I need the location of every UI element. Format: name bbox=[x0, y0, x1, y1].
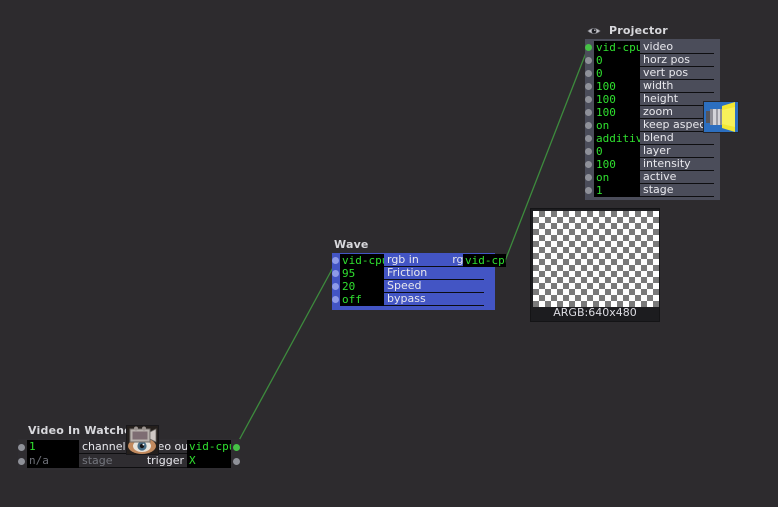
port-speed[interactable] bbox=[332, 283, 339, 290]
param-label-stage: stage bbox=[640, 184, 714, 197]
port-video[interactable] bbox=[585, 44, 592, 51]
transparency-checkerboard bbox=[533, 211, 659, 307]
node-video-in-watcher-title-text: Video In Watcher bbox=[28, 424, 138, 437]
param-value-layer[interactable]: 0 bbox=[594, 145, 640, 158]
param-value-speed[interactable]: 20 bbox=[340, 280, 384, 293]
param-row-zoom[interactable]: 100 zoom bbox=[585, 106, 720, 119]
param-value-active[interactable]: on bbox=[594, 171, 640, 184]
node-wave-title-text: Wave bbox=[334, 238, 369, 251]
node-wave[interactable]: Wave vid-cpu rgb in rgb out vid-cpu 95 F… bbox=[332, 238, 506, 310]
camera-eye-icon[interactable] bbox=[126, 425, 159, 455]
param-label-bypass: bypass bbox=[384, 293, 484, 306]
node-projector-title-text: Projector bbox=[609, 24, 668, 37]
port-intensity[interactable] bbox=[585, 161, 592, 168]
port-horz-pos[interactable] bbox=[585, 57, 592, 64]
param-label-video: video bbox=[640, 41, 714, 54]
video-preview[interactable]: ARGB:640x480 bbox=[530, 208, 660, 322]
node-projector-body[interactable]: vid-cpu video 0 horz pos 0 vert pos 100 … bbox=[585, 39, 720, 200]
param-row-height[interactable]: 100 height bbox=[585, 93, 720, 106]
param-row-stage-in[interactable]: n/a stage trigger X bbox=[18, 454, 240, 468]
port-height[interactable] bbox=[585, 96, 592, 103]
param-value-bypass[interactable]: off bbox=[340, 293, 384, 306]
param-label-horz-pos: horz pos bbox=[640, 54, 714, 67]
projector-icon[interactable] bbox=[703, 101, 739, 133]
param-label-blend: blend bbox=[640, 132, 714, 145]
port-zoom[interactable] bbox=[585, 109, 592, 116]
port-stage-in[interactable] bbox=[18, 458, 25, 465]
node-wave-title: Wave bbox=[332, 238, 495, 253]
param-row-stage[interactable]: 1 stage bbox=[585, 184, 720, 197]
param-label-intensity: intensity bbox=[640, 158, 714, 171]
param-value-video[interactable]: vid-cpu bbox=[594, 41, 640, 54]
port-bypass[interactable] bbox=[332, 296, 339, 303]
param-value-height[interactable]: 100 bbox=[594, 93, 640, 106]
param-label-rgb-in: rgb in bbox=[384, 254, 438, 267]
param-row-video[interactable]: vid-cpu video bbox=[585, 41, 720, 54]
param-value-intensity[interactable]: 100 bbox=[594, 158, 640, 171]
param-row-active[interactable]: on active bbox=[585, 171, 720, 184]
port-channel[interactable] bbox=[18, 444, 25, 451]
param-label-stage-in: stage bbox=[79, 454, 141, 468]
param-row-layer[interactable]: 0 layer bbox=[585, 145, 720, 158]
param-value-channel[interactable]: 1 bbox=[27, 440, 79, 454]
port-blend[interactable] bbox=[585, 135, 592, 142]
param-value-vert-pos[interactable]: 0 bbox=[594, 67, 640, 80]
port-vert-pos[interactable] bbox=[585, 70, 592, 77]
param-row-width[interactable]: 100 width bbox=[585, 80, 720, 93]
param-row-rgb[interactable]: vid-cpu rgb in rgb out vid-cpu bbox=[332, 254, 506, 267]
param-row-horz-pos[interactable]: 0 horz pos bbox=[585, 54, 720, 67]
param-row-intensity[interactable]: 100 intensity bbox=[585, 158, 720, 171]
wire-viw-to-wave bbox=[236, 261, 337, 445]
param-value-stage[interactable]: 1 bbox=[594, 184, 640, 197]
port-rgb-in[interactable] bbox=[332, 257, 339, 264]
param-value-zoom[interactable]: 100 bbox=[594, 106, 640, 119]
param-label-active: active bbox=[640, 171, 714, 184]
param-row-friction[interactable]: 95 Friction bbox=[332, 267, 495, 280]
param-label-width: width bbox=[640, 80, 714, 93]
param-label-trigger: trigger bbox=[141, 454, 187, 468]
param-value-horz-pos[interactable]: 0 bbox=[594, 54, 640, 67]
node-graph-canvas[interactable]: Projector vid-cpu video 0 horz pos 0 ver… bbox=[0, 0, 778, 507]
param-value-rgb-in[interactable]: vid-cpu bbox=[340, 254, 384, 267]
port-layer[interactable] bbox=[585, 148, 592, 155]
node-wave-body[interactable]: vid-cpu rgb in rgb out vid-cpu 95 Fricti… bbox=[332, 253, 506, 310]
param-row-keep-aspect[interactable]: on keep aspect bbox=[585, 119, 720, 132]
param-row-blend[interactable]: additive blend bbox=[585, 132, 720, 145]
param-row-speed[interactable]: 20 Speed bbox=[332, 280, 495, 293]
param-label-speed: Speed bbox=[384, 280, 484, 293]
param-value-video-out[interactable]: vid-cpu bbox=[187, 440, 231, 454]
param-value-width[interactable]: 100 bbox=[594, 80, 640, 93]
param-value-blend[interactable]: additive bbox=[594, 132, 640, 145]
param-value-rgb-out[interactable]: vid-cpu bbox=[463, 254, 506, 267]
param-value-keep-aspect[interactable]: on bbox=[594, 119, 640, 132]
param-row-bypass[interactable]: off bypass bbox=[332, 293, 495, 306]
eye-icon bbox=[587, 26, 601, 40]
param-label-vert-pos: vert pos bbox=[640, 67, 714, 80]
param-value-stage-in[interactable]: n/a bbox=[27, 454, 79, 468]
port-friction[interactable] bbox=[332, 270, 339, 277]
port-video-out[interactable] bbox=[233, 444, 240, 451]
node-projector-title: Projector bbox=[585, 24, 720, 39]
param-row-vert-pos[interactable]: 0 vert pos bbox=[585, 67, 720, 80]
port-trigger[interactable] bbox=[233, 458, 240, 465]
node-projector[interactable]: Projector vid-cpu video 0 horz pos 0 ver… bbox=[585, 24, 739, 200]
param-label-layer: layer bbox=[640, 145, 714, 158]
port-active[interactable] bbox=[585, 174, 592, 181]
node-video-in-watcher[interactable]: Video In Watcher 1 channel video out vid… bbox=[18, 424, 240, 470]
port-keep-aspect[interactable] bbox=[585, 122, 592, 129]
param-value-trigger[interactable]: X bbox=[187, 454, 231, 468]
param-value-friction[interactable]: 95 bbox=[340, 267, 384, 280]
port-width[interactable] bbox=[585, 83, 592, 90]
port-stage[interactable] bbox=[585, 187, 592, 194]
preview-caption: ARGB:640x480 bbox=[553, 306, 637, 319]
param-label-friction: Friction bbox=[384, 267, 484, 280]
